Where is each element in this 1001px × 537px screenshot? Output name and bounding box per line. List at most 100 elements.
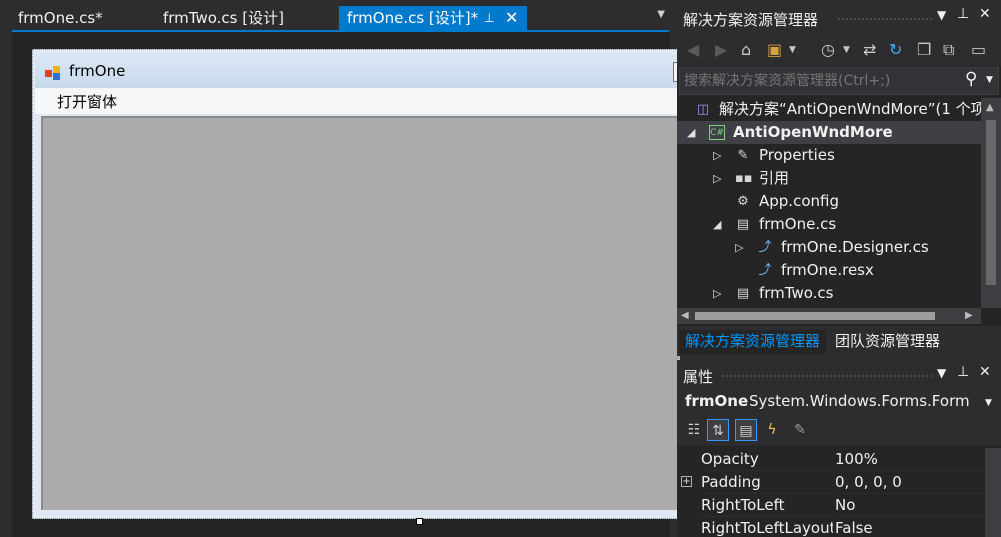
tree-item[interactable]: ▷ ▤ frmTwo.cs bbox=[677, 282, 981, 305]
scroll-up-icon[interactable]: ▲ bbox=[986, 102, 994, 113]
form-icon: ▤ bbox=[736, 286, 750, 301]
sync-icon[interactable]: ⇄ bbox=[863, 40, 876, 59]
tab-label: frmOne.cs [设计]* bbox=[347, 9, 479, 27]
back-icon[interactable]: ◀ bbox=[687, 40, 699, 59]
switch-views-icon[interactable]: ▣ bbox=[767, 40, 782, 59]
tree-item[interactable]: ⤴ frmOne.resx bbox=[677, 259, 981, 282]
expanded-arrow-icon[interactable]: ◢ bbox=[687, 121, 695, 144]
tree-item-label: 引用 bbox=[759, 169, 790, 187]
properties-vertical-scrollbar[interactable] bbox=[985, 448, 1001, 537]
tab-label: 解决方案资源管理器 bbox=[685, 332, 821, 350]
alphabetical-icon[interactable]: ⇅ bbox=[707, 419, 729, 441]
collapsed-arrow-icon[interactable]: ▷ bbox=[713, 144, 721, 167]
show-all-files-icon[interactable]: ⧉ bbox=[943, 40, 954, 60]
tree-item-label: AntiOpenWndMore bbox=[733, 123, 893, 141]
properties-icon[interactable]: ▭ bbox=[971, 40, 986, 59]
property-value[interactable]: 100% bbox=[835, 448, 985, 471]
form-client-area[interactable] bbox=[41, 116, 679, 510]
form-titlebar: frmOne bbox=[35, 52, 683, 88]
pin-icon[interactable]: ⊥ bbox=[957, 364, 969, 380]
collapsed-arrow-icon[interactable]: ▷ bbox=[713, 282, 721, 305]
document-tab-strip: frmOne.cs* frmTwo.cs [设计] frmOne.cs [设计]… bbox=[0, 0, 675, 32]
tree-vertical-scrollbar[interactable]: ▲ bbox=[981, 98, 1001, 308]
collapsed-arrow-icon[interactable]: ▷ bbox=[713, 167, 721, 190]
scrollbar-thumb[interactable] bbox=[695, 312, 935, 320]
property-row[interactable]: RightToLeftLayout False bbox=[677, 517, 1001, 537]
property-row[interactable]: + Padding 0, 0, 0, 0 bbox=[677, 471, 1001, 494]
expand-icon[interactable]: + bbox=[681, 476, 692, 487]
solution-tree: ◫ 解决方案“AntiOpenWndMore”(1 个项 ◢ C# AntiOpenWn… bbox=[677, 98, 981, 308]
tab-overflow-dropdown-icon[interactable]: ▼ bbox=[657, 9, 665, 20]
scroll-left-icon[interactable]: ◀ bbox=[681, 310, 689, 321]
tree-item-label: frmTwo.cs bbox=[759, 284, 834, 302]
categorized-icon[interactable]: ☷ bbox=[683, 419, 705, 441]
solution-explorer-titlebar: 解决方案资源管理器 ▼ ⊥ ✕ bbox=[677, 0, 1001, 34]
tab-frmtwo-designer[interactable]: frmTwo.cs [设计] bbox=[155, 6, 335, 30]
forward-icon[interactable]: ▶ bbox=[715, 40, 727, 59]
property-pages-wrench-icon[interactable]: ✎ bbox=[789, 419, 811, 441]
property-value[interactable]: 0, 0, 0, 0 bbox=[835, 471, 985, 494]
form-window-icon bbox=[45, 66, 60, 80]
tree-item[interactable]: ◫ 解决方案“AntiOpenWndMore”(1 个项 bbox=[677, 98, 981, 121]
tree-item[interactable]: ▷ ▪▪ 引用 bbox=[677, 167, 981, 190]
filter-dropdown-icon[interactable]: ▼ bbox=[843, 45, 850, 55]
solution-explorer-toolbar: ◀ ▶ ⌂ ▣ ▼ ◷ ▼ ⇄ ↻ ❐ ⧉ ▭ bbox=[677, 34, 1001, 66]
pane-grip bbox=[721, 374, 932, 379]
property-value[interactable]: No bbox=[835, 494, 985, 517]
tree-item[interactable]: ◢ C# AntiOpenWndMore bbox=[677, 121, 981, 144]
property-name: RightToLeft bbox=[701, 494, 833, 517]
designer-surface: frmOne 打开窗体 bbox=[12, 32, 683, 537]
config-file-icon: ⚙ bbox=[737, 194, 749, 209]
property-name: Padding bbox=[701, 471, 833, 494]
close-icon[interactable]: ✕ bbox=[979, 6, 991, 22]
form-resize-handle[interactable] bbox=[416, 518, 423, 525]
tree-item-label: 解决方案“AntiOpenWndMore”(1 个项 bbox=[719, 100, 981, 118]
search-icon[interactable]: ⚲ bbox=[965, 69, 977, 89]
search-input[interactable] bbox=[684, 70, 954, 92]
collapsed-arrow-icon[interactable]: ▷ bbox=[735, 236, 743, 259]
scroll-right-icon[interactable]: ▶ bbox=[965, 310, 973, 321]
tree-item-label: frmOne.resx bbox=[781, 261, 874, 279]
expanded-arrow-icon[interactable]: ◢ bbox=[713, 213, 721, 236]
tree-item[interactable]: ▷ ✎ Properties bbox=[677, 144, 981, 167]
scrollbar-thumb[interactable] bbox=[986, 120, 996, 285]
references-icon: ▪▪ bbox=[735, 171, 753, 186]
tab-frmone-cs[interactable]: frmOne.cs* bbox=[10, 6, 150, 30]
pane-menu-dropdown-icon[interactable]: ▼ bbox=[937, 366, 946, 380]
pane-grip bbox=[837, 17, 932, 22]
pane-menu-dropdown-icon[interactable]: ▼ bbox=[937, 8, 946, 22]
views-dropdown-icon[interactable]: ▼ bbox=[789, 45, 796, 55]
tree-item[interactable]: ▷ ⤴ frmOne.Designer.cs bbox=[677, 236, 981, 259]
tree-item[interactable]: ⚙ App.config bbox=[677, 190, 981, 213]
form-menubar: 打开窗体 bbox=[35, 88, 679, 114]
tree-horizontal-scrollbar[interactable]: ◀ ▶ bbox=[677, 308, 981, 324]
tab-label: frmTwo.cs [设计] bbox=[163, 9, 284, 27]
tab-frmone-designer[interactable]: frmOne.cs [设计]* ⊥ ✕ bbox=[339, 6, 527, 30]
tab-team-explorer[interactable]: 团队资源管理器 bbox=[829, 330, 946, 354]
property-grid: Opacity 100% + Padding 0, 0, 0, 0 RightToLeft… bbox=[677, 448, 1001, 537]
explorer-bottom-tabs: 解决方案资源管理器 团队资源管理器 bbox=[677, 326, 1001, 356]
close-icon[interactable]: ✕ bbox=[505, 6, 518, 30]
pin-icon[interactable]: ⊥ bbox=[484, 6, 494, 30]
events-lightning-icon[interactable]: ϟ bbox=[761, 419, 783, 441]
chevron-down-icon[interactable]: ▼ bbox=[985, 398, 992, 408]
search-options-dropdown-icon[interactable]: ▼ bbox=[986, 75, 993, 85]
solution-search-box[interactable]: ⚲ ▼ bbox=[679, 67, 999, 95]
pin-icon[interactable]: ⊥ bbox=[957, 6, 969, 22]
property-row[interactable]: Opacity 100% bbox=[677, 448, 1001, 471]
close-icon[interactable]: ✕ bbox=[979, 364, 991, 380]
property-row[interactable]: RightToLeft No bbox=[677, 494, 1001, 517]
tab-solution-explorer[interactable]: 解决方案资源管理器 bbox=[679, 330, 827, 354]
tree-item[interactable]: ◢ ▤ frmOne.cs bbox=[677, 213, 981, 236]
pending-changes-icon[interactable]: ◷ bbox=[821, 40, 835, 59]
collapse-all-icon[interactable]: ❐ bbox=[917, 40, 931, 59]
refresh-icon[interactable]: ↻ bbox=[889, 40, 902, 59]
property-value[interactable]: False bbox=[835, 517, 985, 537]
form-preview[interactable]: frmOne 打开窗体 bbox=[32, 49, 683, 519]
home-icon[interactable]: ⌂ bbox=[741, 40, 751, 59]
properties-titlebar: 属性 ▼ ⊥ ✕ bbox=[677, 360, 1001, 390]
property-name: RightToLeftLayout bbox=[701, 517, 833, 537]
menu-item-open-form[interactable]: 打开窗体 bbox=[57, 91, 117, 112]
properties-object-selector[interactable]: frmOne System.Windows.Forms.Form ▼ bbox=[677, 390, 1001, 416]
properties-view-icon[interactable]: ▤ bbox=[735, 419, 757, 441]
